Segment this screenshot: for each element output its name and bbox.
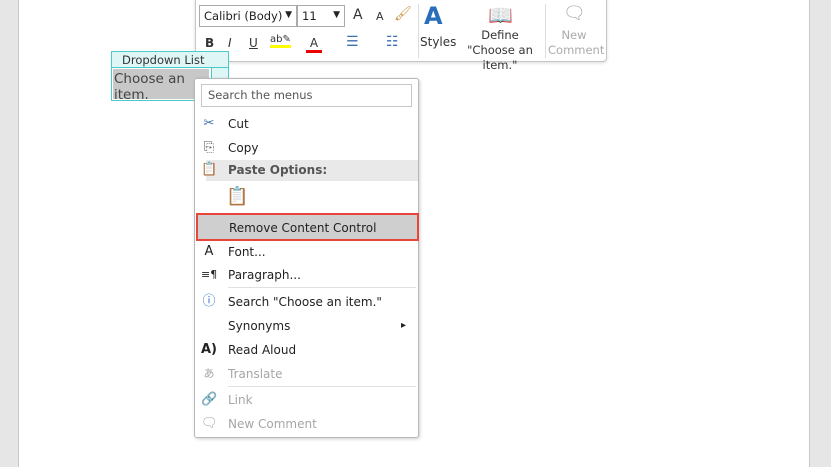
highlight-icon[interactable]: ab✎ xyxy=(270,34,291,48)
menu-item-read-aloud[interactable]: A) Read Aloud xyxy=(195,339,418,361)
font-color-icon[interactable]: A xyxy=(306,36,322,53)
underline-button[interactable]: U xyxy=(249,36,258,50)
paste-icon: 📋 xyxy=(201,162,218,177)
menu-item-paragraph[interactable]: ≡¶ Paragraph... xyxy=(195,264,418,286)
menu-item-cut[interactable]: ✂ Cut xyxy=(195,113,418,135)
paragraph-icon: ≡¶ xyxy=(201,268,218,281)
format-painter-icon[interactable]: 🖌 xyxy=(394,6,412,22)
menu-label: New Comment xyxy=(228,417,317,431)
translate-icon: あ xyxy=(203,367,215,380)
chevron-down-icon: ▼ xyxy=(285,10,292,20)
link-icon: 🔗 xyxy=(201,392,218,407)
menu-item-font[interactable]: A Font... xyxy=(195,241,418,263)
content-control-title[interactable]: Dropdown List xyxy=(111,51,229,68)
font-name-value: Calibri (Body) xyxy=(204,9,283,23)
font-size-select[interactable]: 11 ▼ xyxy=(297,5,345,27)
numbering-icon[interactable]: ☷ xyxy=(386,34,399,50)
submenu-arrow-icon: ▸ xyxy=(401,320,407,331)
read-aloud-icon: A) xyxy=(201,342,218,357)
bold-button[interactable]: B xyxy=(205,36,214,50)
copy-icon: ⎘ xyxy=(203,140,215,155)
chevron-down-icon: ▼ xyxy=(333,10,340,20)
new-comment-icon: 🗨 xyxy=(563,3,586,24)
font-name-select[interactable]: Calibri (Body) ▼ xyxy=(199,5,297,27)
search-menus-input[interactable]: Search the menus xyxy=(201,84,412,107)
menu-label: Font... xyxy=(228,245,266,259)
bullets-icon[interactable]: ☰ xyxy=(346,34,359,50)
italic-button[interactable]: I xyxy=(228,36,232,50)
shrink-font-icon[interactable]: A xyxy=(376,10,384,23)
menu-item-copy[interactable]: ⎘ Copy xyxy=(195,137,418,159)
styles-icon[interactable]: A xyxy=(424,2,443,30)
define-button[interactable]: Define "Choose an item." xyxy=(458,28,542,73)
divider xyxy=(418,4,419,58)
styles-button[interactable]: Styles xyxy=(420,35,456,49)
menu-label: Read Aloud xyxy=(228,343,297,357)
menu-label: Synonyms xyxy=(228,319,291,333)
menu-label: Search "Choose an item." xyxy=(228,295,382,309)
menu-item-synonyms[interactable]: Synonyms ▸ xyxy=(195,315,418,337)
font-icon: A xyxy=(204,244,214,259)
new-comment-icon: 🗨 xyxy=(201,416,218,431)
menu-item-search[interactable]: ⓘ Search "Choose an item." xyxy=(195,291,418,313)
grow-font-icon[interactable]: A xyxy=(353,7,363,23)
menu-label: Copy xyxy=(228,141,259,155)
separator xyxy=(228,386,416,387)
menu-label: Translate xyxy=(228,367,283,381)
font-size-value: 11 xyxy=(302,9,317,23)
define-icon: 📖 xyxy=(488,3,513,27)
context-menu: Search the menus ✂ Cut ⎘ Copy 📋 Paste Optio… xyxy=(194,78,419,438)
menu-item-translate: あ Translate xyxy=(195,363,418,385)
menu-item-remove-content-control[interactable]: Remove Content Control xyxy=(196,213,419,241)
menu-label: Link xyxy=(228,393,253,407)
new-comment-button[interactable]: New Comment xyxy=(548,28,604,58)
menu-item-link: 🔗 Link xyxy=(195,389,418,411)
menu-label: Cut xyxy=(228,117,249,131)
paste-keep-formatting-icon[interactable]: 📋 xyxy=(226,186,248,207)
menu-label: Remove Content Control xyxy=(229,221,377,235)
mini-toolbar: Calibri (Body) ▼ 11 ▼ A A 🖌 B I U ab✎ A ☰ … xyxy=(195,0,607,72)
scissors-icon: ✂ xyxy=(203,116,215,131)
menu-label: Paragraph... xyxy=(228,268,301,282)
menu-label: Paste Options: xyxy=(228,163,328,177)
control-title-text: Dropdown List xyxy=(122,53,205,67)
smart-lookup-icon: ⓘ xyxy=(202,294,216,309)
separator xyxy=(228,287,416,288)
divider xyxy=(545,4,546,58)
menu-item-new-comment: 🗨 New Comment xyxy=(195,413,418,435)
menu-item-paste-options: 📋 Paste Options: xyxy=(195,159,418,181)
